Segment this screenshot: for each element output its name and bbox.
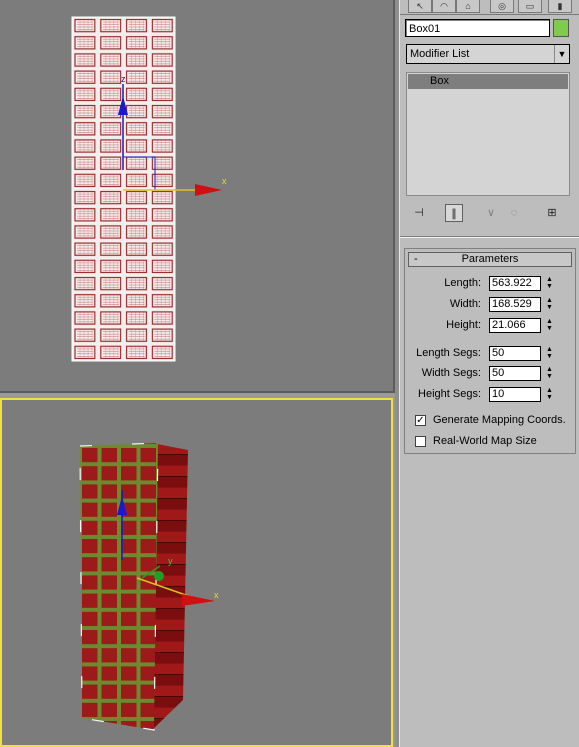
utilities-tab-icon[interactable]: ▮ bbox=[548, 0, 572, 13]
hierarchy-tab-icon[interactable]: ⌂ bbox=[456, 0, 480, 13]
command-panel: ↖ ◠ ⌂ ◎ ▭ ▮ Box01 Modifier List ▼ Box ⊣ … bbox=[399, 0, 579, 747]
display-tab-icon[interactable]: ▭ bbox=[518, 0, 542, 13]
make-unique-icon[interactable]: ∨ bbox=[482, 204, 500, 222]
show-end-result-icon[interactable]: ∥ bbox=[445, 204, 463, 222]
perspective-viewport-canvas[interactable]: x y bbox=[2, 400, 391, 745]
length-spinner-icon[interactable]: ▲ ▼ bbox=[545, 276, 554, 291]
height-segs-label: Height Segs: bbox=[418, 388, 481, 400]
panel-divider bbox=[400, 236, 579, 238]
height-field[interactable]: 21.066 bbox=[489, 318, 541, 333]
height-label: Height: bbox=[446, 319, 481, 331]
width-label: Width: bbox=[449, 298, 481, 310]
object-color-swatch[interactable] bbox=[553, 19, 569, 37]
create-tab-icon[interactable]: ↖ bbox=[408, 0, 432, 13]
top-viewport[interactable]: x z bbox=[0, 0, 395, 393]
command-panel-tabs: ↖ ◠ ⌂ ◎ ▭ ▮ bbox=[400, 0, 579, 15]
object-name-field[interactable]: Box01 bbox=[405, 19, 550, 37]
chevron-down-icon[interactable]: ▼ bbox=[554, 45, 569, 63]
configure-modifier-sets-icon[interactable]: ⊞ bbox=[543, 204, 561, 222]
parameters-rollout: - Parameters Length: 563.922 ▲ ▼ Width: 1… bbox=[404, 248, 576, 454]
height-segs-spinner-icon[interactable]: ▲ ▼ bbox=[545, 387, 554, 402]
perspective-viewport[interactable]: x y bbox=[0, 398, 393, 747]
length-field[interactable]: 563.922 bbox=[489, 276, 541, 291]
persp-axis-y-label: y bbox=[168, 556, 173, 566]
motion-tab-icon[interactable]: ◎ bbox=[490, 0, 514, 13]
length-segs-spinner-icon[interactable]: ▲ ▼ bbox=[545, 346, 554, 361]
box-wireframe-top[interactable] bbox=[71, 16, 176, 362]
width-segs-spinner-icon[interactable]: ▲ ▼ bbox=[545, 366, 554, 381]
persp-axis-x-label: x bbox=[214, 590, 219, 600]
modify-tab-icon[interactable]: ◠ bbox=[432, 0, 456, 13]
generate-mapping-label[interactable]: Generate Mapping Coords. bbox=[433, 414, 566, 426]
collapse-icon[interactable]: - bbox=[414, 253, 418, 266]
width-segs-label: Width Segs: bbox=[421, 367, 481, 379]
generate-mapping-checkbox[interactable]: ✓ bbox=[415, 415, 426, 426]
length-label: Length: bbox=[444, 277, 481, 289]
remove-modifier-icon[interactable]: ◌ bbox=[505, 204, 523, 222]
pin-stack-icon[interactable]: ⊣ bbox=[410, 204, 428, 222]
top-viewport-canvas[interactable]: x z bbox=[0, 0, 393, 391]
width-spinner-icon[interactable]: ▲ ▼ bbox=[545, 297, 554, 312]
height-spinner-icon[interactable]: ▲ ▼ bbox=[545, 318, 554, 333]
height-segs-field[interactable]: 10 bbox=[489, 387, 541, 402]
stack-item-box[interactable]: Box bbox=[408, 74, 568, 89]
top-axis-z-label: z bbox=[121, 74, 126, 84]
top-axis-x-label: x bbox=[222, 176, 227, 186]
width-segs-field[interactable]: 50 bbox=[489, 366, 541, 381]
modifier-list-dropdown[interactable]: Modifier List ▼ bbox=[406, 44, 570, 64]
parameters-rollout-header[interactable]: - Parameters bbox=[408, 252, 572, 267]
length-segs-field[interactable]: 50 bbox=[489, 346, 541, 361]
width-field[interactable]: 168.529 bbox=[489, 297, 541, 312]
modifier-stack[interactable]: Box bbox=[406, 72, 570, 196]
length-segs-label: Length Segs: bbox=[416, 347, 481, 359]
real-world-map-size-label[interactable]: Real-World Map Size bbox=[433, 435, 537, 447]
box-side-face bbox=[152, 444, 188, 730]
modifier-list-value: Modifier List bbox=[410, 48, 470, 60]
box-front-face[interactable] bbox=[80, 443, 158, 730]
parameters-title: Parameters bbox=[461, 253, 519, 265]
real-world-map-size-checkbox[interactable] bbox=[415, 436, 426, 447]
